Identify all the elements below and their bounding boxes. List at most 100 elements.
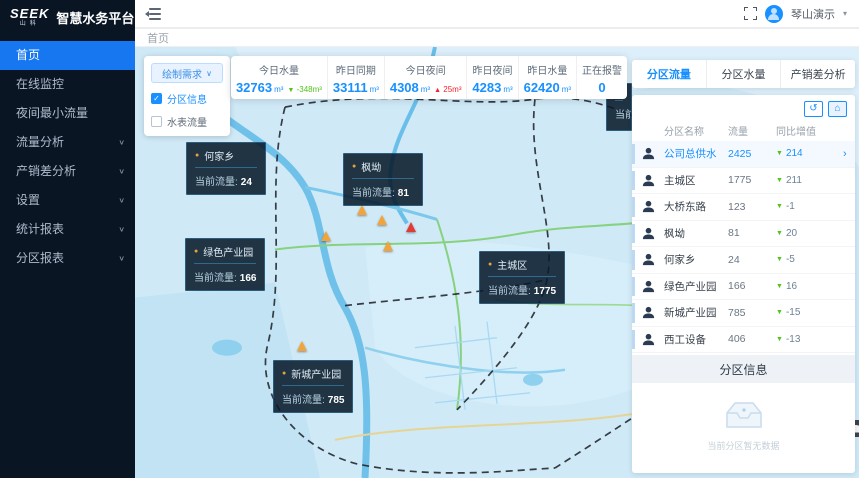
menu-collapse-icon[interactable] bbox=[145, 8, 161, 20]
tooltip-zone-name: 新城产业园 bbox=[291, 366, 341, 381]
partition-user-icon bbox=[641, 305, 656, 320]
table-row[interactable]: 主城区 1775 ▼211 › bbox=[632, 168, 855, 195]
topbar: 琴山演示 ▾ bbox=[135, 0, 859, 28]
user-menu-caret-icon[interactable]: ▾ bbox=[843, 9, 847, 18]
partition-user-icon bbox=[641, 279, 656, 294]
undo-icon: ↺ bbox=[809, 103, 817, 114]
column-header-zone: 分区名称 bbox=[664, 123, 728, 138]
sidebar-item-flow-analysis[interactable]: 流量分析 ∨ bbox=[0, 128, 135, 157]
layer-option-partition-info[interactable]: ✓ 分区信息 bbox=[151, 91, 223, 106]
map-marker-icon[interactable] bbox=[357, 205, 367, 215]
stat-yesterday-night: 昨日夜间 4283 m³ bbox=[467, 56, 518, 99]
marker-dot-icon: ● bbox=[282, 370, 286, 377]
map-tooltip[interactable]: ● 绿色产业园 当前流量:166 bbox=[185, 238, 265, 291]
row-zone-name: 公司总供水 bbox=[664, 146, 728, 161]
map-tooltip[interactable]: ● 新城产业园 当前流量:785 bbox=[273, 360, 353, 413]
row-delta-value: 214 bbox=[786, 148, 803, 159]
tooltip-label: 当前流量: bbox=[488, 286, 531, 297]
stat-delta: 25m³ bbox=[443, 85, 461, 94]
user-avatar[interactable] bbox=[765, 5, 783, 23]
table-row[interactable]: 枫坳 81 ▼20 › bbox=[632, 221, 855, 248]
stat-unit: m³ bbox=[421, 85, 430, 94]
logo-subtext: 山科 bbox=[20, 21, 40, 27]
row-delta-value: -1 bbox=[786, 201, 795, 212]
stat-label: 昨日夜间 bbox=[471, 62, 513, 77]
table-header: 分区名称 流量 同比增值 bbox=[632, 119, 855, 141]
sidebar-item-settings[interactable]: 设置 ∨ bbox=[0, 186, 135, 215]
down-arrow-icon: ▼ bbox=[776, 150, 783, 157]
empty-state-text: 当前分区暂无数据 bbox=[707, 439, 779, 452]
down-arrow-icon: ▼ bbox=[776, 336, 783, 343]
partition-user-icon bbox=[641, 226, 656, 241]
map-tooltip[interactable]: ● 枫坳 当前流量:81 bbox=[343, 153, 423, 206]
tab-partition-flow[interactable]: 分区流量 bbox=[632, 60, 707, 88]
partition-user-icon bbox=[641, 173, 656, 188]
stat-value: 0 bbox=[598, 80, 605, 95]
partition-user-icon bbox=[641, 199, 656, 214]
up-arrow-icon: ▲ bbox=[434, 87, 441, 94]
map-marker-icon[interactable] bbox=[321, 231, 331, 241]
checkbox-checked-icon[interactable]: ✓ bbox=[151, 93, 162, 104]
sidebar-item-home[interactable]: 首页 bbox=[0, 41, 135, 70]
stat-value: 4283 bbox=[472, 80, 501, 95]
map-alarm-marker-icon[interactable] bbox=[406, 222, 416, 232]
row-flow-value: 123 bbox=[728, 201, 776, 213]
table-row[interactable]: 新城产业园 785 ▼-15 › bbox=[632, 300, 855, 327]
stat-label: 今日水量 bbox=[235, 62, 323, 77]
row-flow-value: 785 bbox=[728, 307, 776, 319]
sidebar-item-label: 流量分析 bbox=[16, 135, 64, 149]
tooltip-zone-name: 主城区 bbox=[497, 257, 527, 272]
stat-today-night: 今日夜间 4308 m³ ▲ 25m³ bbox=[385, 56, 468, 99]
table-row[interactable]: 绿色产业园 166 ▼16 › bbox=[632, 274, 855, 301]
row-flow-value: 81 bbox=[728, 227, 776, 239]
table-row[interactable]: 西工设备 406 ▼-13 › bbox=[632, 327, 855, 354]
sidebar-item-label: 产销差分析 bbox=[16, 164, 76, 178]
sidebar-item-statistics-report[interactable]: 统计报表 ∨ bbox=[0, 215, 135, 244]
breadcrumb[interactable]: 首页 bbox=[147, 30, 169, 46]
partition-info-title: 分区信息 bbox=[632, 355, 855, 383]
breadcrumb-bar: 首页 bbox=[135, 29, 859, 47]
stat-active-alarms: 正在报警 0 bbox=[577, 56, 627, 99]
fullscreen-icon[interactable] bbox=[744, 7, 757, 20]
marker-dot-icon: ● bbox=[195, 152, 199, 159]
partition-panel: ↺ ⌂ 分区名称 流量 同比增值 公司总供水 2425 ▼214 › 主城区 1… bbox=[632, 95, 855, 473]
map-marker-icon[interactable] bbox=[297, 341, 307, 351]
sidebar-item-partition-report[interactable]: 分区报表 ∨ bbox=[0, 244, 135, 273]
sidebar-item-nrw-analysis[interactable]: 产销差分析 ∨ bbox=[0, 157, 135, 186]
map-tooltip[interactable]: ● 主城区 当前流量:1775 bbox=[479, 251, 565, 304]
tooltip-label: 当前流量: bbox=[195, 177, 238, 188]
home-button[interactable]: ⌂ bbox=[828, 101, 847, 117]
table-row[interactable]: 大桥东路 123 ▼-1 › bbox=[632, 194, 855, 221]
stat-delta: -348m³ bbox=[297, 85, 322, 94]
tab-label: 产销差分析 bbox=[791, 66, 846, 82]
chevron-down-icon: ∨ bbox=[118, 218, 125, 241]
draw-demand-dropdown[interactable]: 绘制需求 ∨ bbox=[151, 63, 223, 83]
table-row[interactable]: 何家乡 24 ▼-5 › bbox=[632, 247, 855, 274]
username[interactable]: 琴山演示 bbox=[791, 6, 835, 22]
tooltip-zone-name: 绿色产业园 bbox=[203, 244, 253, 259]
stat-label: 今日夜间 bbox=[389, 62, 463, 77]
row-zone-name: 绿色产业园 bbox=[664, 279, 728, 294]
tab-partition-volume[interactable]: 分区水量 bbox=[707, 60, 782, 88]
smart-water-dashboard: SEEK 山科 智慧水务平台 首页 在线监控 夜间最小流量 流量分析 ∨ 产销差… bbox=[0, 0, 859, 478]
stat-value: 33111 bbox=[333, 80, 368, 95]
down-arrow-icon: ▼ bbox=[776, 177, 783, 184]
row-delta-value: -15 bbox=[786, 307, 800, 318]
back-button[interactable]: ↺ bbox=[804, 101, 823, 117]
table-row[interactable]: 公司总供水 2425 ▼214 › bbox=[632, 141, 855, 168]
chevron-down-icon: ∨ bbox=[118, 189, 125, 212]
chevron-right-icon[interactable]: › bbox=[843, 148, 855, 160]
sidebar-item-label: 统计报表 bbox=[16, 222, 64, 236]
sidebar-item-night-min-flow[interactable]: 夜间最小流量 bbox=[0, 99, 135, 128]
tab-nrw-analysis[interactable]: 产销差分析 bbox=[781, 60, 855, 88]
stat-unit: m³ bbox=[370, 85, 379, 94]
checkbox-unchecked-icon[interactable] bbox=[151, 116, 162, 127]
sidebar-item-online-monitoring[interactable]: 在线监控 bbox=[0, 70, 135, 99]
map-marker-icon[interactable] bbox=[377, 215, 387, 225]
tooltip-value: 785 bbox=[328, 395, 345, 406]
map-marker-icon[interactable] bbox=[383, 241, 393, 251]
layer-control-panel: 绘制需求 ∨ ✓ 分区信息 水表流量 bbox=[144, 56, 230, 136]
layer-option-meter-flow[interactable]: 水表流量 bbox=[151, 114, 223, 129]
map-tooltip[interactable]: ● 何家乡 当前流量:24 bbox=[186, 142, 266, 195]
tooltip-value: 166 bbox=[240, 273, 257, 284]
